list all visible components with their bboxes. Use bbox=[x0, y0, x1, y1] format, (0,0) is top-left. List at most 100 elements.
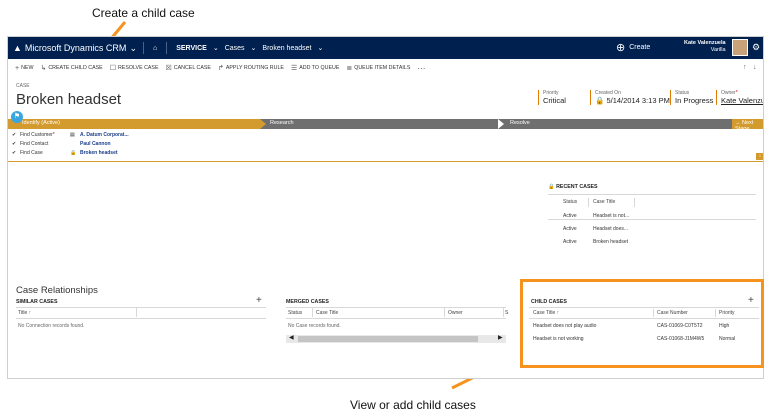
arrow-down-icon[interactable]: ↓ bbox=[753, 64, 757, 71]
table-row[interactable]: Active Headset is not... bbox=[548, 209, 758, 222]
recent-col-status[interactable]: Status bbox=[563, 199, 577, 205]
merged-col-owner[interactable]: Owner bbox=[448, 310, 463, 316]
recent-col-title[interactable]: Case Title bbox=[593, 199, 615, 205]
child-cases-highlight bbox=[520, 279, 764, 368]
stage-identify[interactable]: Identify (Active) bbox=[8, 119, 260, 129]
dynamics-logo-icon: ▲ bbox=[13, 43, 22, 53]
cmd-more-button[interactable]: ··· bbox=[417, 64, 425, 73]
check-icon: ✔ bbox=[12, 132, 17, 138]
recent-cases-title: 🔒 RECENT CASES bbox=[548, 184, 598, 190]
cmd-apply-routing-rule-button[interactable]: ↱ APPLY ROUTING RULE bbox=[218, 64, 284, 72]
account-icon: ▤ bbox=[70, 132, 75, 138]
cmd-resolve-case-button[interactable]: ☐ RESOLVE CASE bbox=[110, 64, 159, 72]
nav-entity[interactable]: Cases bbox=[225, 45, 245, 52]
cmd-queue-item-details-button[interactable]: ≣ QUEUE ITEM DETAILS bbox=[346, 64, 410, 72]
recent-title[interactable]: Headset is not... bbox=[593, 213, 629, 219]
created-value: 5/14/2014 3:13 PM bbox=[606, 96, 670, 105]
user-org: Varilla bbox=[710, 47, 726, 53]
chevron-down-icon: ⌄ bbox=[212, 45, 219, 52]
recent-status: Active bbox=[563, 213, 577, 219]
priority-value: Critical bbox=[543, 96, 566, 105]
check-icon: ✔ bbox=[12, 150, 17, 156]
owner-field[interactable]: Owner* Kate Valenzue bbox=[716, 90, 763, 105]
cmd-label: APPLY ROUTING RULE bbox=[225, 65, 284, 71]
owner-value[interactable]: Kate Valenzue bbox=[721, 96, 763, 105]
recent-title[interactable]: Broken headset bbox=[593, 239, 628, 245]
merged-col-title[interactable]: Case Title bbox=[316, 310, 338, 316]
avatar[interactable] bbox=[732, 39, 748, 56]
user-name: Kate Valenzuela bbox=[684, 40, 726, 46]
merged-empty-text: No Case records found. bbox=[288, 323, 341, 329]
merged-cases-title: MERGED CASES bbox=[286, 299, 329, 305]
step-value[interactable]: Paul Cannon bbox=[80, 141, 111, 147]
process-step: ✔ Find Contact Paul Cannon bbox=[12, 141, 111, 147]
plus-icon: + bbox=[15, 64, 20, 72]
nav-record[interactable]: Broken headset bbox=[262, 45, 311, 52]
brand-label: Microsoft Dynamics CRM bbox=[24, 43, 127, 53]
next-stage-button[interactable]: → Next Stage bbox=[732, 119, 763, 132]
cmd-add-to-queue-button[interactable]: ☰ ADD TO QUEUE bbox=[291, 64, 339, 72]
created-on-field: Created On 🔒 5/14/2014 3:13 PM bbox=[590, 90, 670, 105]
status-value: In Progress bbox=[675, 96, 714, 105]
nav-bar: ▲ Microsoft Dynamics CRM ⌄ ⌂ SERVICE ⌄ C… bbox=[8, 37, 763, 59]
page-title: Broken headset bbox=[16, 91, 122, 108]
process-step: ✔ Find Customer* ▤ A. Datum Corporat... bbox=[12, 132, 129, 138]
step-name: Find Contact bbox=[20, 141, 49, 147]
lock-icon: 🔒 bbox=[595, 96, 605, 105]
stage-identify-label: Identify (Active) bbox=[22, 120, 60, 126]
process-steps-panel: ✔ Find Customer* ▤ A. Datum Corporat... ✔ Fin… bbox=[8, 129, 763, 162]
process-step: ✔ Find Case 🔒 Broken headset bbox=[12, 150, 118, 156]
recent-cases-table: Status Case Title Active Headset is not... A… bbox=[548, 197, 758, 248]
cmd-create-child-case-button[interactable]: ↳ CREATE CHILD CASE bbox=[40, 64, 102, 72]
scroll-right-icon[interactable]: ▶ bbox=[498, 334, 503, 341]
scroll-left-icon[interactable]: ◀ bbox=[289, 334, 294, 341]
step-value[interactable]: Broken headset bbox=[80, 150, 118, 156]
merged-col-s[interactable]: S bbox=[505, 310, 508, 316]
cancel-icon: ☒ bbox=[165, 65, 172, 72]
table-row[interactable]: Active Headset does... bbox=[548, 222, 758, 235]
lock-icon: 🔒 bbox=[70, 150, 77, 156]
cmd-cancel-case-button[interactable]: ☒ CANCEL CASE bbox=[166, 64, 211, 72]
similar-cases-title: SIMILAR CASES bbox=[16, 299, 58, 305]
entity-label: CASE bbox=[16, 83, 30, 89]
priority-field[interactable]: Priority Critical bbox=[538, 90, 566, 105]
cmd-new-button[interactable]: + NEW bbox=[15, 65, 33, 72]
stage-resolve[interactable]: Resolve bbox=[510, 120, 530, 126]
check-icon: ✔ bbox=[12, 141, 17, 147]
gear-icon[interactable]: ⚙ bbox=[752, 42, 760, 53]
stage-research[interactable]: Research bbox=[270, 120, 294, 126]
merged-scrollbar[interactable]: ◀ ▶ bbox=[286, 335, 506, 343]
chevron-down-icon: ⌄ bbox=[317, 45, 324, 52]
routing-icon: ↱ bbox=[217, 65, 224, 72]
child-case-icon: ↳ bbox=[40, 65, 47, 72]
create-button[interactable]: ⊕ Create bbox=[616, 41, 650, 54]
status-field[interactable]: Status In Progress bbox=[670, 90, 713, 105]
user-info[interactable]: Kate Valenzuela Varilla bbox=[684, 40, 726, 54]
cmd-label: ADD TO QUEUE bbox=[299, 65, 340, 71]
cmd-label: ··· bbox=[417, 63, 426, 73]
nav-module[interactable]: SERVICE bbox=[176, 45, 207, 52]
add-similar-plus-icon[interactable]: + bbox=[256, 295, 262, 306]
scrollbar-thumb[interactable] bbox=[298, 336, 478, 342]
annotation-view-child: View or add child cases bbox=[350, 398, 476, 412]
recent-header-row: Status Case Title bbox=[548, 197, 758, 208]
queue-details-icon: ≣ bbox=[346, 65, 353, 72]
merged-col-status[interactable]: Status bbox=[288, 310, 302, 316]
home-icon[interactable]: ⌂ bbox=[153, 45, 157, 52]
stage-arrow-1 bbox=[260, 119, 266, 129]
recent-title[interactable]: Headset does... bbox=[593, 226, 628, 232]
process-bar: Identify (Active) Research Resolve → Nex… bbox=[8, 119, 763, 132]
resolve-icon: ☐ bbox=[109, 65, 116, 72]
arrow-up-icon[interactable]: ↑ bbox=[743, 64, 747, 71]
process-flag-icon[interactable]: ⚑ bbox=[11, 111, 23, 123]
table-row[interactable]: Active Broken headset bbox=[548, 235, 758, 248]
cmd-label: NEW bbox=[21, 65, 34, 71]
command-bar: + NEW ↳ CREATE CHILD CASE ☐ RESOLVE CASE ☒ CANC… bbox=[8, 59, 763, 77]
similar-col-title[interactable]: Title ↑ bbox=[18, 310, 31, 316]
queue-icon: ☰ bbox=[290, 65, 298, 72]
recent-status: Active bbox=[563, 226, 577, 232]
step-value[interactable]: A. Datum Corporat... bbox=[80, 132, 129, 138]
collapse-icon[interactable]: ↓ bbox=[756, 153, 763, 160]
app-brand[interactable]: ▲ Microsoft Dynamics CRM ⌄ bbox=[13, 43, 137, 54]
lock-icon: 🔒 bbox=[548, 184, 555, 190]
